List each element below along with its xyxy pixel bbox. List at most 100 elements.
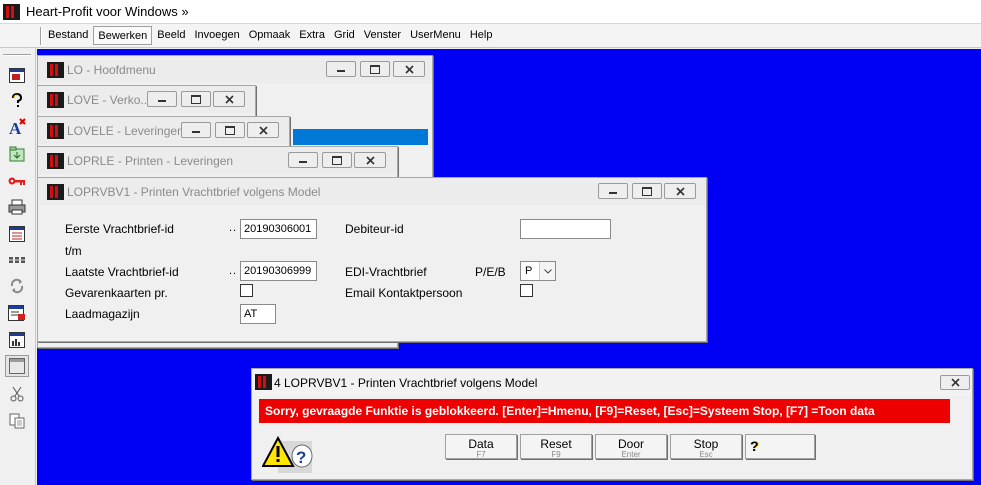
menu-help[interactable]: Help bbox=[466, 26, 497, 45]
menu-grip bbox=[40, 27, 42, 45]
menu-items: Bestand Bewerken Beeld Invoegen Opmaak E… bbox=[44, 26, 497, 45]
menu-invoegen[interactable]: Invoegen bbox=[190, 26, 243, 45]
first-waybill-field[interactable] bbox=[240, 219, 317, 239]
edi-select[interactable]: P bbox=[520, 261, 556, 281]
font-icon[interactable]: A bbox=[5, 116, 29, 138]
copy-icon[interactable] bbox=[5, 410, 29, 432]
window-loprvbv1-title: LOPRVBV1 - Printen Vrachtbrief volgens M… bbox=[67, 185, 321, 199]
window-lo-titlebar[interactable]: LO - Hoofdmenu bbox=[38, 56, 432, 83]
data-button[interactable]: Data F7 bbox=[445, 434, 517, 459]
window-loprvbv1-titlebar[interactable]: LOPRVBV1 - Printen Vrachtbrief volgens M… bbox=[38, 178, 706, 205]
data-button-label: Data bbox=[468, 437, 494, 451]
window-lovele-titlebar[interactable]: LOVELE - Leveringen bbox=[38, 117, 289, 144]
minimize-icon[interactable] bbox=[147, 91, 177, 107]
menu-grid[interactable]: Grid bbox=[330, 26, 359, 45]
cut-icon[interactable] bbox=[5, 383, 29, 405]
edi-select-value: P bbox=[525, 265, 533, 277]
edi-hint-label: P/E/B bbox=[475, 265, 506, 279]
menu-beeld[interactable]: Beeld bbox=[153, 26, 189, 45]
window-logo-icon bbox=[47, 62, 64, 78]
chevron-down-icon[interactable] bbox=[539, 262, 555, 280]
edi-waybill-label: EDI-Vrachtbrief bbox=[345, 265, 427, 279]
window-loprvbv1[interactable]: LOPRVBV1 - Printen Vrachtbrief volgens M… bbox=[37, 177, 707, 342]
svg-text:A: A bbox=[9, 119, 22, 136]
selected-menu-row[interactable] bbox=[293, 129, 428, 145]
help-icon[interactable] bbox=[5, 90, 29, 112]
reset-button[interactable]: Reset F9 bbox=[520, 434, 592, 459]
warehouse-field[interactable] bbox=[240, 304, 276, 324]
close-icon[interactable] bbox=[354, 152, 386, 168]
reset-button-key: F9 bbox=[551, 450, 561, 459]
message-titlebar[interactable]: 4 LOPRVBV1 - Printen Vrachtbrief volgens… bbox=[252, 369, 972, 396]
debtor-field[interactable] bbox=[520, 219, 611, 239]
menu-bar: Bestand Bewerken Beeld Invoegen Opmaak E… bbox=[0, 24, 981, 48]
minimize-icon[interactable] bbox=[598, 183, 628, 199]
door-button-key: Enter bbox=[621, 450, 641, 459]
key-icon[interactable] bbox=[5, 170, 29, 192]
maximize-icon[interactable] bbox=[215, 122, 245, 138]
email-contact-checkbox[interactable] bbox=[520, 284, 533, 297]
svg-text:?: ? bbox=[296, 448, 306, 467]
menu-opmaak[interactable]: Opmaak bbox=[245, 26, 295, 45]
help-icon: ? bbox=[750, 438, 759, 454]
chart-icon[interactable] bbox=[5, 329, 29, 351]
stop-button-label: Stop bbox=[693, 437, 719, 451]
window-logo-icon bbox=[47, 123, 64, 139]
import-icon[interactable] bbox=[5, 143, 29, 165]
warning-icon: ? bbox=[261, 435, 314, 473]
close-icon[interactable] bbox=[393, 61, 425, 77]
close-icon[interactable] bbox=[247, 122, 279, 138]
window-love-titlebar[interactable]: LOVE - Verko... bbox=[38, 86, 255, 113]
app-title: Heart-Profit voor Windows » bbox=[26, 4, 189, 19]
maximize-icon[interactable] bbox=[181, 91, 211, 107]
form-icon[interactable] bbox=[5, 223, 29, 245]
window-loprle-title: LOPRLE - Printen - Leveringen bbox=[67, 154, 234, 168]
minimize-icon[interactable] bbox=[288, 152, 318, 168]
maximize-icon[interactable] bbox=[632, 183, 662, 199]
menu-venster[interactable]: Venster bbox=[360, 26, 405, 45]
minimize-icon[interactable] bbox=[181, 122, 211, 138]
message-window[interactable]: 4 LOPRVBV1 - Printen Vrachtbrief volgens… bbox=[251, 368, 973, 480]
first-waybill-dots: .. bbox=[229, 222, 238, 234]
columns-icon[interactable] bbox=[5, 249, 29, 271]
panel-icon[interactable] bbox=[5, 355, 29, 377]
email-contact-label: Email Kontaktpersoon bbox=[345, 286, 463, 300]
menu-extra[interactable]: Extra bbox=[295, 26, 329, 45]
door-button-label: Door bbox=[617, 437, 644, 451]
report-icon[interactable] bbox=[5, 302, 29, 324]
close-icon[interactable] bbox=[664, 183, 696, 199]
last-waybill-dots: .. bbox=[229, 265, 238, 277]
door-button[interactable]: Door Enter bbox=[595, 434, 667, 459]
error-message: Sorry, gevraagde Funktie is geblokkeerd.… bbox=[259, 399, 950, 423]
debtor-label: Debiteur-id bbox=[345, 222, 404, 236]
close-icon[interactable] bbox=[213, 91, 245, 107]
window-lovele-title: LOVELE - Leveringen bbox=[67, 124, 184, 138]
first-waybill-label: Eerste Vrachtbrief-id bbox=[65, 222, 174, 236]
menu-bestand[interactable]: Bestand bbox=[44, 26, 92, 45]
hazard-cards-checkbox[interactable] bbox=[240, 284, 253, 297]
window-loprle-titlebar[interactable]: LOPRLE - Printen - Leveringen bbox=[38, 147, 397, 174]
window-logo-icon bbox=[47, 184, 64, 200]
refresh-icon[interactable] bbox=[5, 275, 29, 297]
stop-button[interactable]: Stop Esc bbox=[670, 434, 742, 459]
maximize-icon[interactable] bbox=[322, 152, 352, 168]
window-logo-icon bbox=[47, 92, 64, 108]
app-titlebar: Heart-Profit voor Windows » bbox=[0, 0, 981, 24]
minimize-icon[interactable] bbox=[326, 61, 356, 77]
last-waybill-field[interactable] bbox=[240, 261, 317, 281]
message-title: 4 LOPRVBV1 - Printen Vrachtbrief volgens… bbox=[274, 376, 538, 390]
hazard-cards-label: Gevarenkaarten pr. bbox=[65, 286, 168, 300]
print-icon[interactable] bbox=[5, 196, 29, 218]
menu-usermenu[interactable]: UserMenu bbox=[406, 26, 465, 45]
maximize-icon[interactable] bbox=[360, 61, 390, 77]
window-lo-title: LO - Hoofdmenu bbox=[67, 63, 156, 77]
help-button[interactable]: ? bbox=[745, 434, 815, 459]
stop-button-key: Esc bbox=[699, 450, 713, 459]
reset-button-label: Reset bbox=[540, 437, 572, 451]
menu-bewerken[interactable]: Bewerken bbox=[93, 26, 153, 45]
close-icon[interactable] bbox=[940, 375, 970, 390]
window-icon[interactable] bbox=[5, 64, 29, 86]
window-logo-icon bbox=[47, 153, 64, 169]
left-toolbar: A bbox=[0, 48, 36, 485]
last-waybill-label: Laatste Vrachtbrief-id bbox=[65, 265, 179, 279]
